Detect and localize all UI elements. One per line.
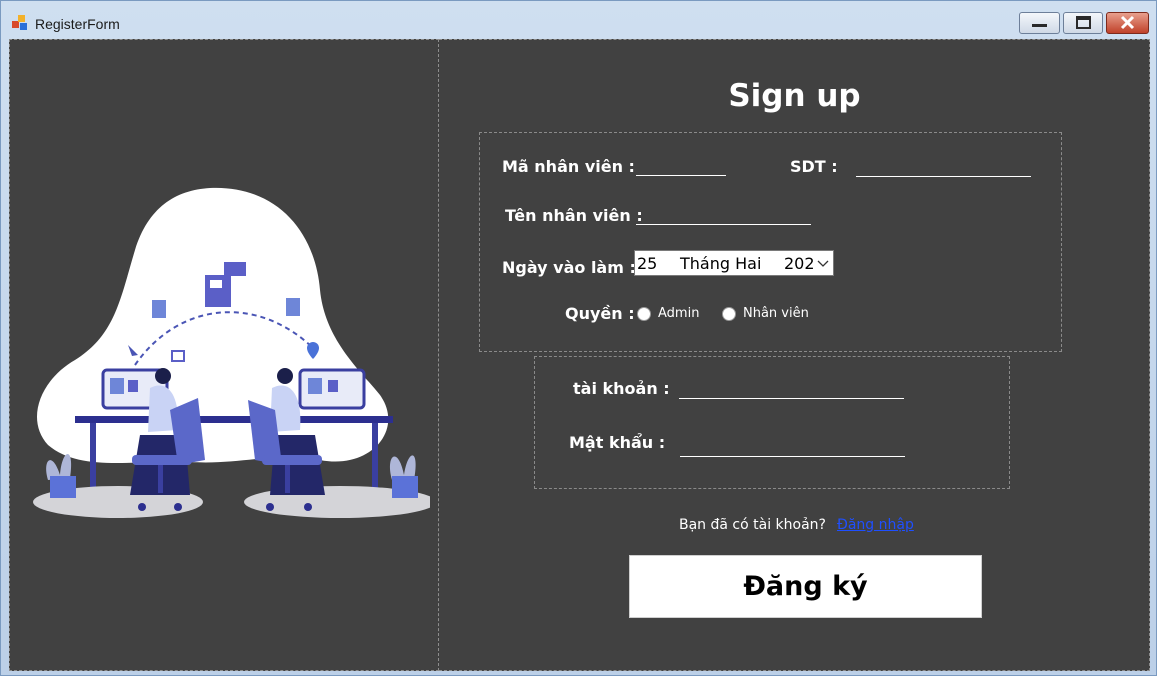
date-day[interactable]: 25 xyxy=(637,254,657,273)
role-label: Quyền : xyxy=(565,304,635,323)
minimize-button[interactable] xyxy=(1019,12,1060,34)
password-field[interactable] xyxy=(680,436,909,457)
close-icon xyxy=(1120,15,1135,30)
account-info-group: tài khoản : Mật khẩu : xyxy=(534,356,1010,489)
close-button[interactable] xyxy=(1106,12,1149,34)
employee-info-group: Mã nhân viên : SDT : Tên nhân viên : Ngà… xyxy=(479,132,1062,352)
page-title: Sign up xyxy=(728,78,861,114)
maximize-icon xyxy=(1076,16,1091,29)
start-date-label: Ngày vào làm : xyxy=(502,258,636,277)
app-icon xyxy=(12,15,28,31)
register-button[interactable]: Đăng ký xyxy=(629,555,982,618)
account-field[interactable] xyxy=(679,378,908,399)
register-window: RegisterForm Sign up Mã nhân viên: SDT … xyxy=(0,0,1157,676)
date-year[interactable]: 202 xyxy=(784,254,815,273)
password-label: Mật khẩu : xyxy=(569,433,666,452)
illustration-panel xyxy=(9,39,439,671)
window-title: RegisterForm xyxy=(35,16,120,32)
client-area: Sign up Mã nhân viên : SDT : Tên nhân vi… xyxy=(9,39,1150,671)
two-people-working-at-computers-illustration xyxy=(33,187,430,518)
employee-name-label: Tên nhân viên : xyxy=(505,206,643,225)
phone-input[interactable] xyxy=(856,156,1035,174)
date-month[interactable]: Tháng Hai xyxy=(680,254,761,273)
password-input[interactable] xyxy=(680,436,909,454)
role-admin-radio[interactable] xyxy=(637,307,651,321)
have-account-text: Bạn đã có tài khoản? xyxy=(679,517,826,533)
employee-id-label: Mã nhân viên : xyxy=(502,157,635,176)
minimize-icon xyxy=(1032,24,1047,27)
phone-label: SDT : xyxy=(790,157,838,176)
role-admin-label[interactable]: Admin xyxy=(658,306,699,321)
chevron-down-icon[interactable] xyxy=(817,259,829,269)
employee-id-input[interactable] xyxy=(636,155,730,173)
login-link[interactable]: Đăng nhập xyxy=(837,517,914,533)
employee-id-field[interactable] xyxy=(636,155,730,176)
account-label: tài khoản : xyxy=(573,379,670,398)
account-input[interactable] xyxy=(679,378,908,396)
phone-field[interactable] xyxy=(856,156,1035,177)
maximize-button[interactable] xyxy=(1063,12,1103,34)
role-staff-radio[interactable] xyxy=(722,307,736,321)
form-panel: Sign up Mã nhân viên : SDT : Tên nhân vi… xyxy=(439,39,1150,671)
employee-name-input[interactable] xyxy=(636,204,815,222)
role-staff-label[interactable]: Nhân viên xyxy=(743,306,809,321)
start-date-picker[interactable]: 25 Tháng Hai 202 xyxy=(634,250,834,276)
title-bar[interactable]: RegisterForm xyxy=(1,1,1156,39)
employee-name-field[interactable] xyxy=(636,204,815,225)
